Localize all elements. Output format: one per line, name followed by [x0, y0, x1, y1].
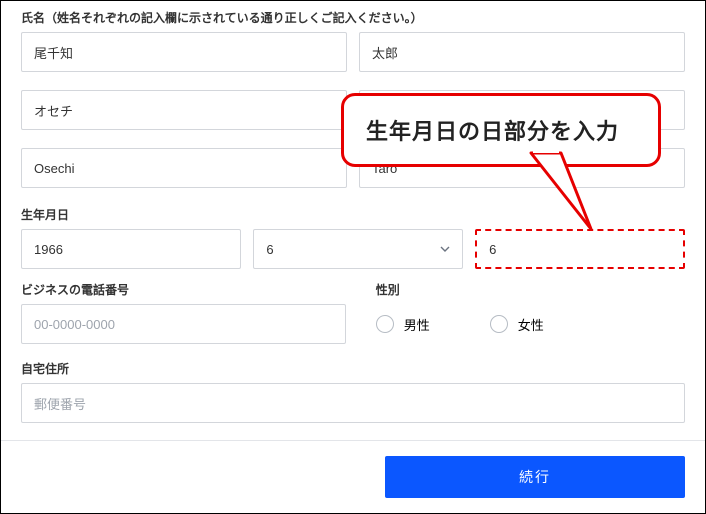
callout-tail-icon: [521, 151, 601, 241]
postal-code-input[interactable]: 郵便番号: [21, 383, 685, 423]
gender-male-radio[interactable]: 男性: [376, 315, 430, 334]
last-name-romaji-input[interactable]: Osechi: [21, 148, 347, 188]
phone-input[interactable]: 00-0000-0000: [21, 304, 346, 344]
birthday-month-value: 6: [266, 242, 273, 257]
submit-button[interactable]: 続行: [385, 456, 685, 498]
gender-female-radio[interactable]: 女性: [490, 315, 544, 334]
last-name-kana-input[interactable]: オセチ: [21, 90, 347, 130]
name-section-label: 氏名（姓名それぞれの記入欄に示されている通り正しくご記入ください。）: [21, 9, 685, 26]
radio-icon: [490, 315, 508, 333]
gender-label: 性別: [376, 281, 685, 298]
gender-male-label: 男性: [404, 315, 430, 334]
callout-instruction: 生年月日の日部分を入力: [341, 93, 661, 167]
chevron-down-icon: [440, 244, 450, 254]
birthday-year-input[interactable]: 1966: [21, 229, 241, 269]
address-label: 自宅住所: [21, 360, 685, 377]
first-name-kanji-input[interactable]: 太郎: [359, 32, 685, 72]
radio-icon: [376, 315, 394, 333]
birthday-month-select[interactable]: 6: [253, 229, 463, 269]
phone-label: ビジネスの電話番号: [21, 281, 346, 298]
last-name-kanji-input[interactable]: 尾千知: [21, 32, 347, 72]
gender-female-label: 女性: [518, 315, 544, 334]
